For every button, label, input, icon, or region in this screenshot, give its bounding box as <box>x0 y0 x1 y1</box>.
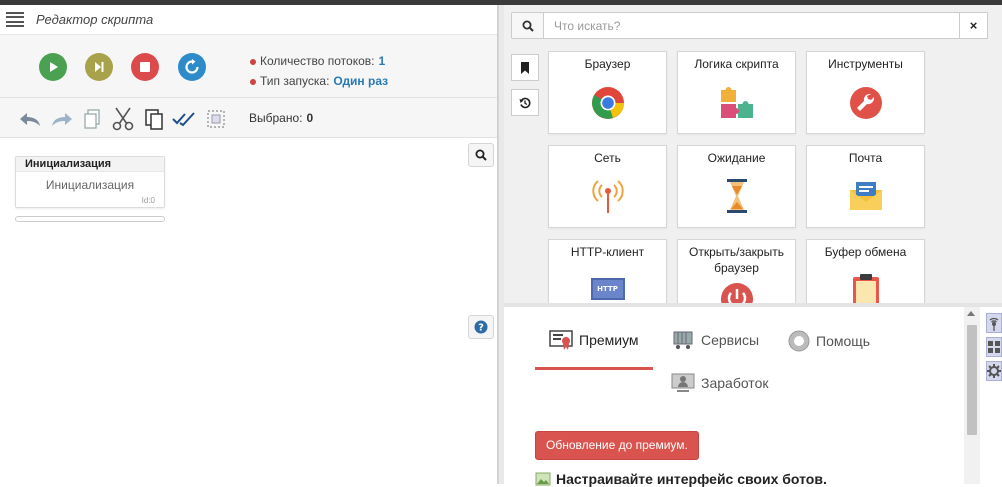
tile-waiting[interactable]: Ожидание <box>677 145 796 228</box>
cut-button[interactable] <box>111 107 135 131</box>
bullet-icon <box>250 58 256 65</box>
scroll-thumb[interactable] <box>967 325 977 435</box>
tab-help[interactable]: Помощь <box>788 330 870 352</box>
power-icon <box>720 283 753 303</box>
block-id: Id:0 <box>141 196 155 205</box>
palette-search-input[interactable] <box>544 12 960 39</box>
right-pane: × Браузер Логик <box>504 5 1002 487</box>
bullet-icon <box>250 78 256 85</box>
help-button[interactable]: ? <box>468 315 494 339</box>
scissors-icon <box>112 107 134 131</box>
tile-mail[interactable]: Почта <box>806 145 925 228</box>
double-check-icon <box>172 112 195 127</box>
paste-button[interactable] <box>142 107 166 131</box>
script-canvas[interactable]: ? Инициализация Инициализация Id:0 <box>0 138 497 484</box>
play-icon <box>50 62 58 72</box>
threads-row: Количество потоков: 1 <box>250 51 388 71</box>
search-icon <box>511 12 544 39</box>
block-header: Инициализация <box>16 157 164 172</box>
redo-button[interactable] <box>50 107 74 131</box>
step-button[interactable] <box>85 53 113 81</box>
tab-services[interactable]: Сервисы <box>671 330 759 350</box>
stop-button[interactable] <box>131 53 159 81</box>
init-block[interactable]: Инициализация Инициализация Id:0 <box>15 156 165 208</box>
step-forward-icon <box>95 62 104 72</box>
restart-button[interactable] <box>178 53 206 81</box>
launch-type-row: Тип запуска: Один раз <box>250 71 388 91</box>
antenna-icon <box>591 180 624 213</box>
active-tab-indicator <box>535 367 653 370</box>
chrome-icon <box>591 87 624 119</box>
certificate-icon <box>549 330 573 350</box>
svg-text:?: ? <box>478 323 484 334</box>
undo-icon <box>20 113 40 126</box>
dock-grid-icon[interactable] <box>986 337 1002 357</box>
tile-http-client[interactable]: HTTP-клиент HTTP <box>548 239 667 303</box>
help-icon: ? <box>474 320 488 334</box>
search-clear-button[interactable]: × <box>960 12 988 39</box>
edit-toolbar: Выбрано: 0 <box>0 98 497 138</box>
menu-icon[interactable] <box>6 11 24 28</box>
bookmark-button[interactable] <box>511 54 539 81</box>
tile-tools[interactable]: Инструменты <box>806 51 925 134</box>
tile-browser[interactable]: Браузер <box>548 51 667 134</box>
select-all-button[interactable] <box>172 107 196 131</box>
script-editor-pane: Редактор скрипта Количество потоков: 1 Ти… <box>0 5 498 484</box>
tile-network[interactable]: Сеть <box>548 145 667 228</box>
tile-script-logic[interactable]: Логика скрипта <box>677 51 796 134</box>
stop-icon <box>140 62 150 72</box>
side-dock <box>980 307 1002 484</box>
block-body: Инициализация <box>45 178 135 192</box>
scroll-up-arrow-icon[interactable] <box>967 311 975 316</box>
copy-button[interactable] <box>80 107 104 131</box>
editor-header: Редактор скрипта <box>0 5 497 35</box>
envelope-icon <box>849 182 882 210</box>
premium-scrollbar[interactable] <box>964 307 980 484</box>
redo-icon <box>52 113 72 126</box>
canvas-search-button[interactable] <box>468 143 494 167</box>
selected-count: Выбрано: 0 <box>249 111 314 125</box>
paste-icon <box>145 109 163 130</box>
tile-open-close-browser[interactable]: Открыть/закрыть браузер <box>677 239 796 303</box>
monitor-user-icon <box>671 373 695 392</box>
editor-title: Редактор скрипта <box>36 12 154 27</box>
run-toolbar: Количество потоков: 1 Тип запуска: Один ра… <box>0 35 497 98</box>
premium-panel: Премиум Сервисы Помощь Заработок Обновле… <box>504 307 964 487</box>
tab-premium[interactable]: Премиум <box>549 330 639 350</box>
tile-clipboard[interactable]: Буфер обмена <box>806 239 925 303</box>
puzzle-icon <box>720 87 753 118</box>
bookmark-icon <box>521 61 529 74</box>
palette-search-bar: × <box>511 12 988 39</box>
block-connector[interactable] <box>15 216 165 222</box>
cart-icon <box>673 331 693 349</box>
history-icon <box>519 97 531 108</box>
launch-type-value[interactable]: Один раз <box>333 74 388 88</box>
threads-value[interactable]: 1 <box>379 54 386 68</box>
action-palette: × Браузер Логик <box>504 5 1002 303</box>
clipboard-icon <box>852 274 879 303</box>
tab-earnings[interactable]: Заработок <box>671 373 768 393</box>
undo-button[interactable] <box>18 107 42 131</box>
history-button[interactable] <box>511 89 539 116</box>
copy-icon <box>84 109 100 129</box>
http-icon: HTTP <box>590 278 625 300</box>
dock-gear-icon[interactable] <box>986 361 1002 381</box>
play-button[interactable] <box>39 53 67 81</box>
wrench-icon <box>849 87 882 119</box>
hourglass-icon <box>726 179 747 213</box>
restart-icon <box>185 59 199 74</box>
dock-antenna-icon[interactable] <box>986 313 1002 333</box>
promo-text: Настраивайте интерфейс своих ботов. <box>535 471 827 487</box>
selection-frame-icon <box>207 110 225 128</box>
search-icon <box>475 149 487 161</box>
upgrade-premium-button[interactable]: Обновление до премиум. <box>535 431 699 460</box>
run-info: Количество потоков: 1 Тип запуска: Один ра… <box>250 51 388 91</box>
lifebuoy-icon <box>788 330 810 352</box>
selection-frame-button[interactable] <box>204 107 228 131</box>
